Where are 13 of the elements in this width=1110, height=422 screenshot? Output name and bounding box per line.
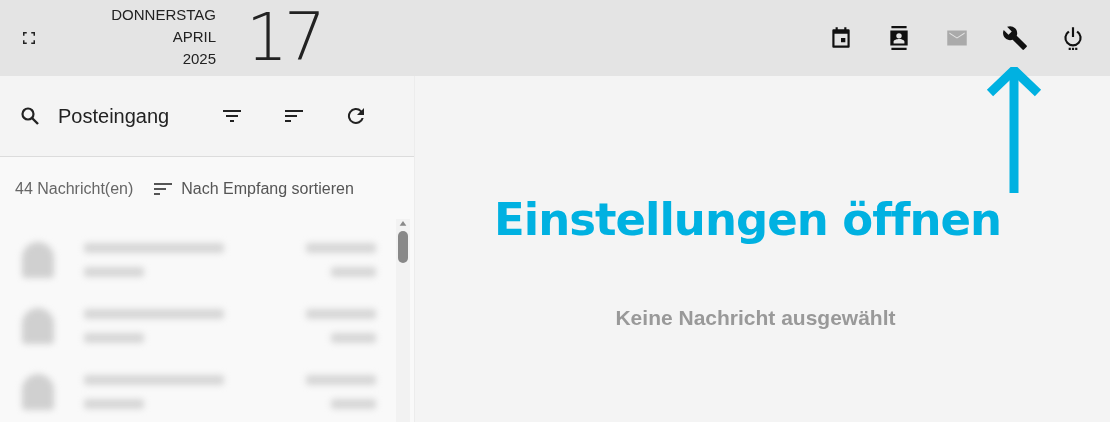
message-count: 44 Nachricht(en) bbox=[15, 180, 134, 198]
folder-title: Posteingang bbox=[58, 104, 171, 128]
month-label: APRIL bbox=[172, 27, 216, 47]
wrench-icon bbox=[1002, 25, 1028, 51]
year-label: 2025 bbox=[182, 49, 216, 69]
sort-order-button[interactable]: Nach Empfang sortieren bbox=[151, 177, 354, 201]
weekday-label: DONNERSTAG bbox=[111, 5, 216, 25]
scroll-up-arrow-icon[interactable] bbox=[397, 219, 409, 227]
empty-state-text: Keine Nachricht ausgewählt bbox=[615, 306, 896, 331]
annotation-text: Einstellungen öffnen bbox=[494, 193, 1002, 246]
day-number: 17 bbox=[246, 3, 322, 73]
scrollbar-thumb[interactable] bbox=[398, 231, 408, 263]
fullscreen-icon bbox=[20, 29, 38, 47]
